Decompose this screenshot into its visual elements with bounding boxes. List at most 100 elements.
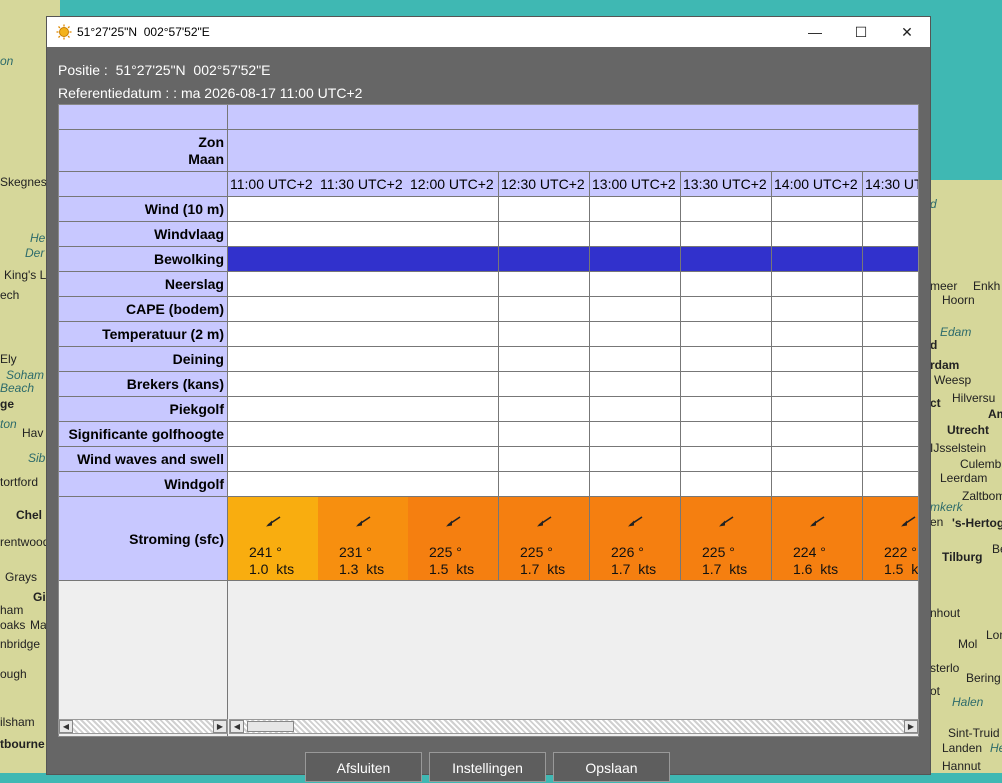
map-label: Hannut bbox=[942, 759, 981, 773]
table-cell bbox=[318, 322, 409, 347]
map-label: tortford bbox=[0, 475, 39, 489]
map-label: Tilburg bbox=[942, 550, 983, 564]
table-cell bbox=[590, 197, 681, 222]
table-cell bbox=[408, 397, 499, 422]
map-label: ough bbox=[0, 667, 27, 681]
table-cell bbox=[228, 272, 319, 297]
table-cell bbox=[590, 272, 681, 297]
close-window-button[interactable]: ✕ bbox=[884, 17, 930, 47]
table-cell bbox=[228, 297, 319, 322]
table-cell bbox=[499, 222, 590, 247]
map-label: 's-Hertog bbox=[952, 516, 1002, 530]
map-label: tbourne bbox=[0, 737, 45, 751]
map-label: ech bbox=[0, 288, 20, 302]
row-label: Windvlaag bbox=[59, 222, 228, 247]
table-cell bbox=[408, 422, 499, 447]
table-cell bbox=[499, 447, 590, 472]
current-speed: 1.7 kts bbox=[520, 561, 566, 577]
reference-date-label: Referentiedatum : : ma 2026-08-17 11:00 … bbox=[58, 85, 363, 101]
table-cell bbox=[772, 447, 863, 472]
close-button[interactable]: Afsluiten bbox=[305, 752, 422, 782]
table-cell bbox=[499, 347, 590, 372]
table-cell bbox=[772, 422, 863, 447]
row-label: Wind (10 m) bbox=[59, 197, 228, 222]
header-empty-cell bbox=[59, 105, 228, 130]
current-speed: 1.5 kts bbox=[884, 561, 919, 577]
table-cell bbox=[863, 272, 918, 297]
scroll-left-icon[interactable]: ◀ bbox=[59, 720, 73, 733]
row-label: Temperatuur (2 m) bbox=[59, 322, 228, 347]
table-cell bbox=[318, 347, 409, 372]
table-cell bbox=[863, 297, 918, 322]
table-cell bbox=[590, 447, 681, 472]
table-cell bbox=[772, 397, 863, 422]
moon-label: Maan bbox=[188, 151, 224, 167]
table-cell bbox=[499, 197, 590, 222]
left-horizontal-scrollbar[interactable]: ◀ ▶ bbox=[58, 719, 228, 734]
map-label: He bbox=[990, 741, 1002, 755]
table-cell bbox=[499, 397, 590, 422]
table-cell bbox=[318, 272, 409, 297]
table-cell bbox=[863, 347, 918, 372]
current-arrow-icon bbox=[628, 516, 643, 527]
scroll-left-icon[interactable]: ◀ bbox=[230, 720, 244, 733]
table-cell bbox=[228, 422, 319, 447]
map-label: nhout bbox=[930, 606, 961, 620]
table-cell bbox=[318, 372, 409, 397]
map-label: on bbox=[0, 54, 14, 68]
row-label: Wind waves and swell bbox=[59, 447, 228, 472]
title-bar[interactable]: 51°27'25"N 002°57'52"E — ☐ ✕ bbox=[47, 17, 930, 47]
map-label: Halen bbox=[952, 695, 984, 709]
sun-moon-label: Zon Maan bbox=[59, 130, 228, 172]
table-cell bbox=[681, 397, 772, 422]
row-label: Brekers (kans) bbox=[59, 372, 228, 397]
current-direction: 225 ° bbox=[429, 544, 462, 560]
map-label: Grays bbox=[5, 570, 38, 584]
map-label: d bbox=[930, 338, 938, 352]
map-label: He bbox=[30, 231, 46, 245]
table-cell bbox=[408, 297, 499, 322]
table-cell bbox=[228, 247, 319, 272]
current-arrow-icon bbox=[537, 516, 552, 527]
table-cell bbox=[590, 422, 681, 447]
table-cell bbox=[318, 447, 409, 472]
minimize-button[interactable]: — bbox=[792, 17, 838, 47]
table-cell bbox=[863, 222, 918, 247]
time-header: 12:30 UTC+2 bbox=[499, 172, 590, 197]
row-label: Windgolf bbox=[59, 472, 228, 497]
table-cell bbox=[590, 297, 681, 322]
table-cell bbox=[228, 322, 319, 347]
table-cell bbox=[772, 297, 863, 322]
current-direction: 225 ° bbox=[702, 544, 735, 560]
map-label: ge bbox=[0, 397, 15, 411]
table-cell bbox=[228, 347, 319, 372]
maximize-button[interactable]: ☐ bbox=[838, 17, 884, 47]
table-cell bbox=[681, 347, 772, 372]
right-horizontal-scrollbar[interactable]: ◀ ▶ bbox=[229, 719, 919, 734]
map-label: ton bbox=[0, 417, 17, 431]
table-cell bbox=[590, 247, 681, 272]
map-label: Der bbox=[25, 246, 45, 260]
scrollbar-thumb[interactable] bbox=[247, 721, 294, 732]
table-cell bbox=[590, 472, 681, 497]
scroll-right-icon[interactable]: ▶ bbox=[904, 720, 918, 733]
row-label: Bewolking bbox=[59, 247, 228, 272]
map-label: nbridge bbox=[0, 637, 41, 651]
map-label: Culemb bbox=[960, 457, 1002, 471]
table-cell bbox=[408, 447, 499, 472]
save-button[interactable]: Opslaan bbox=[553, 752, 670, 782]
table-cell bbox=[590, 322, 681, 347]
table-cell bbox=[590, 397, 681, 422]
table-cell bbox=[318, 472, 409, 497]
forecast-dialog: 51°27'25"N 002°57'52"E — ☐ ✕ Positie : 5… bbox=[46, 16, 931, 782]
map-label: ilsham bbox=[0, 715, 35, 729]
table-cell bbox=[499, 272, 590, 297]
table-cell bbox=[590, 372, 681, 397]
settings-button[interactable]: Instellingen bbox=[429, 752, 546, 782]
current-cell: 224 ° 1.6 kts bbox=[772, 497, 863, 581]
table-cell bbox=[681, 472, 772, 497]
map-label: King's L bbox=[4, 268, 47, 282]
scroll-right-icon[interactable]: ▶ bbox=[213, 720, 227, 733]
current-direction: 231 ° bbox=[339, 544, 372, 560]
map-label: Gi bbox=[33, 590, 46, 604]
